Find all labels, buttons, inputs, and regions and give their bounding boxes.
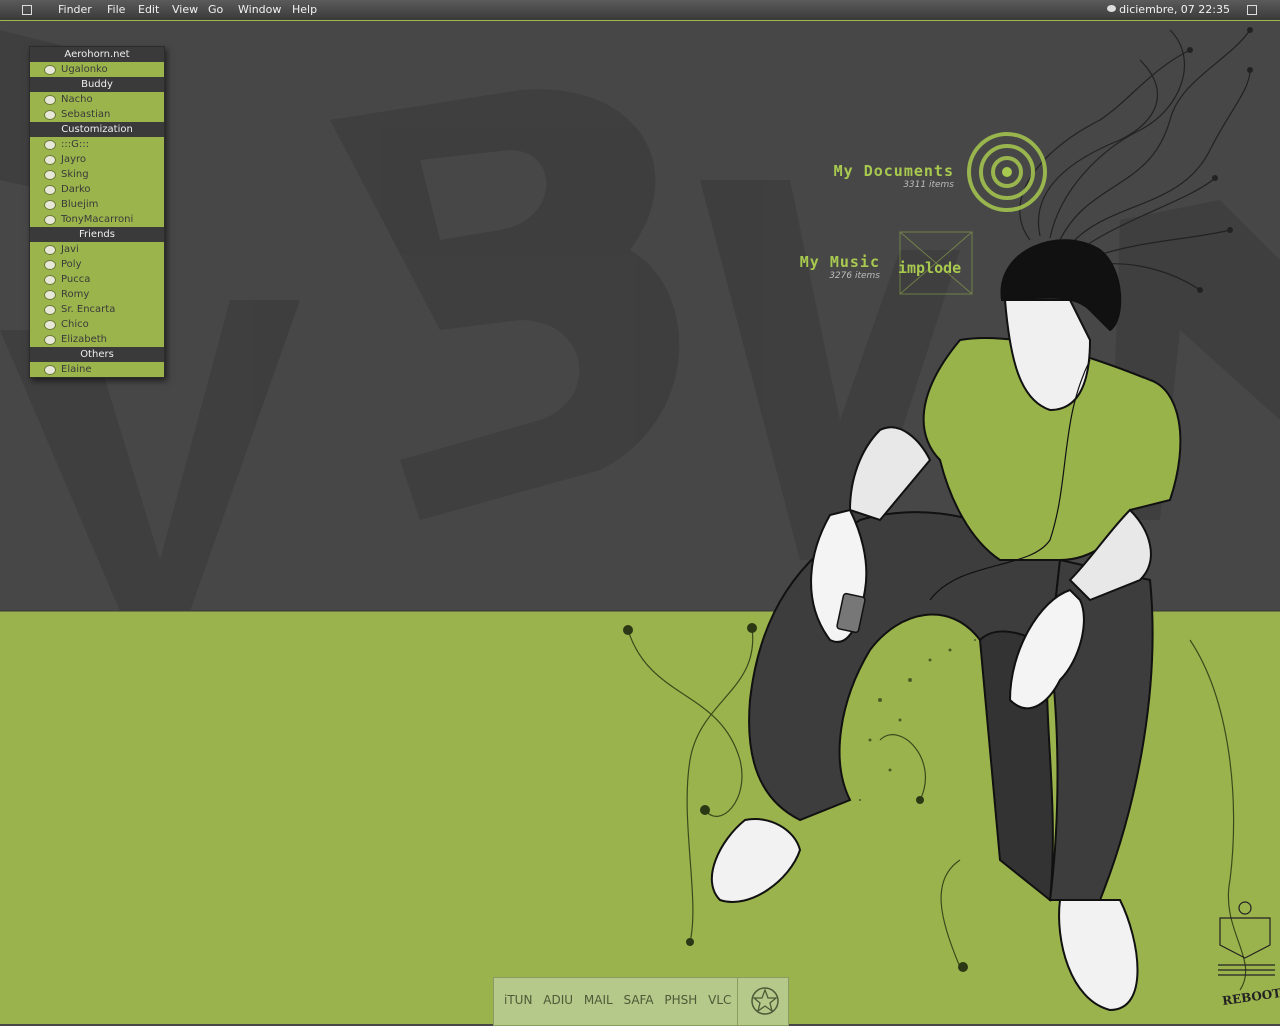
chat-bubble-icon	[44, 320, 56, 330]
buddy-name: Javi	[61, 244, 79, 255]
group-header[interactable]: Customization	[30, 122, 164, 137]
desktop	[0, 0, 1280, 1024]
implode-logo: implode	[898, 259, 962, 277]
dock: iTUN ADIU MAIL SAFA PHSH VLC	[493, 977, 789, 1026]
buddy-name: Jayro	[61, 154, 87, 165]
buddy-item[interactable]: Sr. Encarta	[30, 302, 164, 317]
my-documents-icon[interactable]: My Documents 3311 items	[790, 162, 954, 190]
buddy-item[interactable]: Elaine	[30, 362, 164, 377]
dock-item-audio[interactable]: ADIU	[543, 993, 573, 1007]
buddy-item[interactable]: Ugalonko	[30, 62, 164, 77]
buddy-item[interactable]: Elizabeth	[30, 332, 164, 347]
buddy-name: Sr. Encarta	[61, 304, 116, 315]
group-header[interactable]: Others	[30, 347, 164, 362]
buddy-name: Nacho	[61, 94, 93, 105]
buddy-item[interactable]: Javi	[30, 242, 164, 257]
group-header[interactable]: Aerohorn.net	[30, 47, 164, 62]
dock-item-itunes[interactable]: iTUN	[504, 993, 532, 1007]
buddy-item[interactable]: Poly	[30, 257, 164, 272]
buddy-name: Pucca	[61, 274, 91, 285]
spotlight-icon[interactable]	[1247, 5, 1257, 15]
buddy-name: TonyMacarroni	[61, 214, 134, 225]
menu-go[interactable]: Go	[208, 0, 223, 20]
chat-bubble-icon	[44, 275, 56, 285]
clock[interactable]: diciembre, 07 22:35	[1119, 0, 1230, 20]
chat-bubble-icon	[44, 335, 56, 345]
buddy-item[interactable]: Sking	[30, 167, 164, 182]
buddy-item[interactable]: Nacho	[30, 92, 164, 107]
wallpaper	[0, 0, 1280, 1024]
dock-item-vlc[interactable]: VLC	[708, 993, 731, 1007]
chat-bubble-icon	[44, 110, 56, 120]
buddy-item[interactable]: TonyMacarroni	[30, 212, 164, 227]
my-music-count: 3276 items	[829, 271, 880, 281]
dock-item-photoshop[interactable]: PHSH	[664, 993, 697, 1007]
buddy-item[interactable]: Bluejim	[30, 197, 164, 212]
buddy-list-window: Aerohorn.net Ugalonko Buddy Nacho Sebast…	[29, 46, 165, 378]
chat-bubble-icon	[44, 260, 56, 270]
my-music-label: My Music	[799, 253, 880, 271]
group-header[interactable]: Friends	[30, 227, 164, 242]
buddy-name: Elaine	[61, 364, 92, 375]
menu-bar: Finder File Edit View Go Window Help dic…	[0, 0, 1280, 21]
dock-item-safari[interactable]: SAFA	[624, 993, 654, 1007]
my-documents-label: My Documents	[833, 162, 954, 180]
chat-bubble-icon	[44, 170, 56, 180]
ichat-status-icon[interactable]	[1107, 5, 1116, 12]
my-documents-count: 3311 items	[903, 180, 954, 190]
buddy-item[interactable]: Pucca	[30, 272, 164, 287]
menu-view[interactable]: View	[172, 0, 198, 20]
buddy-item[interactable]: Jayro	[30, 152, 164, 167]
chat-bubble-icon	[44, 245, 56, 255]
menu-window[interactable]: Window	[238, 0, 281, 20]
dock-items: iTUN ADIU MAIL SAFA PHSH VLC	[504, 993, 738, 1007]
menu-finder[interactable]: Finder	[58, 0, 92, 20]
menu-edit[interactable]: Edit	[138, 0, 159, 20]
chat-bubble-icon	[44, 185, 56, 195]
group-header[interactable]: Buddy	[30, 77, 164, 92]
menu-file[interactable]: File	[107, 0, 125, 20]
chat-bubble-icon	[44, 155, 56, 165]
dock-separator	[737, 978, 738, 1025]
buddy-name: Ugalonko	[61, 64, 108, 75]
buddy-name: Elizabeth	[61, 334, 108, 345]
buddy-item[interactable]: Darko	[30, 182, 164, 197]
chat-bubble-icon	[44, 200, 56, 210]
buddy-name: Chico	[61, 319, 89, 330]
buddy-name: :::G:::	[61, 139, 89, 150]
buddy-name: Sebastian	[61, 109, 111, 120]
chat-bubble-icon	[44, 65, 56, 75]
apple-menu-icon[interactable]	[22, 5, 32, 15]
buddy-item[interactable]: Romy	[30, 287, 164, 302]
menu-help[interactable]: Help	[292, 0, 317, 20]
trash-star-icon[interactable]	[750, 986, 780, 1016]
chat-bubble-icon	[44, 365, 56, 375]
chat-bubble-icon	[44, 140, 56, 150]
chat-bubble-icon	[44, 95, 56, 105]
buddy-item[interactable]: Sebastian	[30, 107, 164, 122]
buddy-name: Sking	[61, 169, 89, 180]
chat-bubble-icon	[44, 290, 56, 300]
buddy-name: Bluejim	[61, 199, 99, 210]
chat-bubble-icon	[44, 215, 56, 225]
dock-item-mail[interactable]: MAIL	[584, 993, 613, 1007]
buddy-name: Darko	[61, 184, 91, 195]
buddy-name: Romy	[61, 289, 90, 300]
buddy-item[interactable]: Chico	[30, 317, 164, 332]
my-music-icon[interactable]: My Music 3276 items	[760, 253, 880, 281]
chat-bubble-icon	[44, 305, 56, 315]
buddy-item[interactable]: :::G:::	[30, 137, 164, 152]
buddy-name: Poly	[61, 259, 82, 270]
